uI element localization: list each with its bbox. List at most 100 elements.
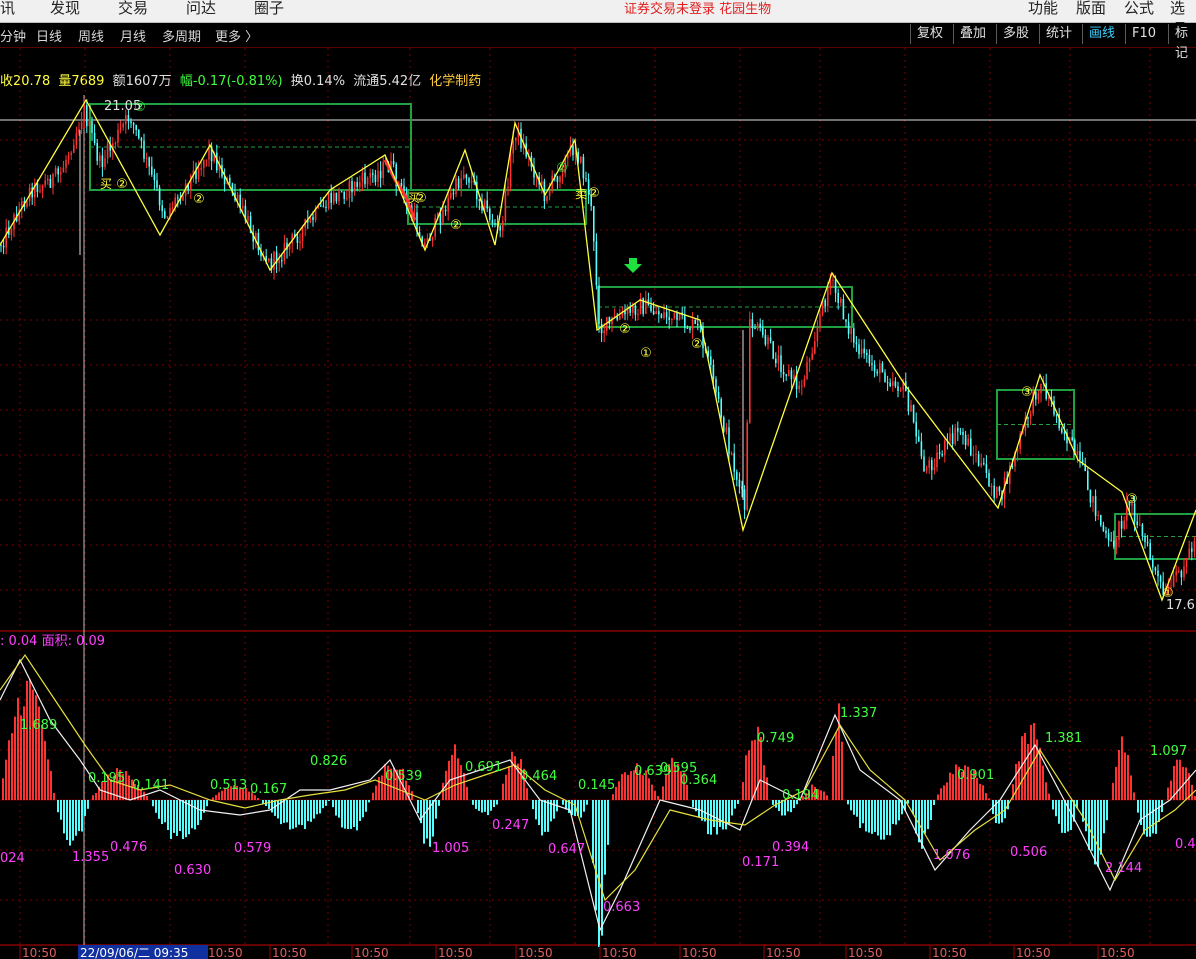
candle-body — [957, 428, 959, 432]
price-candles — [0, 99, 1196, 599]
axis-tick-label: 10:50 — [602, 946, 637, 959]
candle-body — [980, 463, 982, 466]
pivot-mark: ③ — [1021, 385, 1033, 400]
axis-tick-label: 10:50 — [22, 946, 57, 959]
candle-body — [1115, 539, 1118, 547]
candle-body — [1071, 437, 1073, 441]
candle-body — [1188, 548, 1190, 558]
candle-body — [1102, 525, 1105, 531]
candle-body — [130, 121, 132, 124]
candle-body — [1178, 571, 1180, 573]
candle-body — [57, 168, 59, 175]
candle-body — [923, 456, 925, 472]
cursor-time-label: 22/09/06/二 09:35 — [80, 946, 188, 959]
candle-body — [834, 279, 837, 293]
candle-body — [1063, 432, 1066, 434]
candle-body — [330, 192, 332, 203]
indicator-label-negative: 0.647 — [548, 842, 585, 857]
candle-body — [723, 417, 725, 432]
candle-body — [988, 472, 990, 487]
candle-body — [652, 311, 655, 315]
candle-body — [637, 314, 639, 316]
candle-body — [975, 454, 977, 456]
indicator-label-negative: 0.4 — [1175, 837, 1196, 852]
candle-body — [468, 178, 470, 183]
candle-body — [819, 314, 821, 327]
pivot-mark: ② — [556, 161, 568, 176]
candle-body — [593, 206, 595, 242]
candle-body — [582, 156, 585, 179]
indicator-label-positive: 1.689 — [20, 718, 57, 733]
candle-body — [743, 489, 746, 510]
indicator-label-negative: 1.355 — [72, 850, 109, 865]
pivot-mark: ② — [193, 192, 205, 207]
candle-body — [842, 298, 845, 320]
indicator-label-positive: 0.167 — [250, 782, 287, 797]
candle-body — [156, 180, 158, 188]
candle-body — [140, 138, 143, 141]
pivot-marks: ②② ②②②②②②①③③①②买买卖 — [100, 100, 1174, 601]
candle-body — [697, 323, 699, 326]
candle-body — [470, 180, 473, 183]
candle-body — [572, 145, 574, 156]
candle-body — [158, 187, 161, 206]
candle-body — [1149, 543, 1151, 560]
candle-body — [884, 372, 886, 383]
candle-body — [881, 363, 884, 373]
candle-body — [236, 194, 239, 201]
candle-body — [712, 365, 715, 380]
candle-body — [863, 348, 865, 354]
candle-body — [348, 180, 351, 199]
candle-body — [866, 353, 868, 355]
candle-body — [780, 355, 782, 372]
candle-body — [299, 241, 301, 243]
candle-body — [161, 205, 163, 212]
candle-body — [650, 305, 652, 312]
candle-body — [970, 438, 972, 456]
candle-body — [847, 321, 850, 334]
candle-body — [993, 485, 995, 498]
candle-body — [829, 280, 832, 289]
indicator-label-negative: 0.579 — [234, 841, 271, 856]
candle-body — [931, 460, 933, 471]
candle-body — [860, 348, 863, 355]
axis-tick-label: 10:50 — [438, 946, 473, 959]
candle-body — [855, 342, 858, 345]
candle-body — [972, 454, 975, 456]
candle-body — [879, 363, 881, 374]
candle-body — [782, 371, 785, 375]
candle-body — [114, 142, 117, 144]
candle-body — [2, 245, 5, 248]
candle-body — [91, 121, 93, 133]
candle-body — [660, 314, 663, 319]
kline-chart-area[interactable]: ②② ②②②②②②①③③①②买买卖 1.6890.195 0.141 0.513 0.1… — [0, 0, 1196, 959]
candle-body — [73, 144, 75, 153]
candle-body — [951, 433, 954, 445]
candle-body — [101, 155, 104, 167]
candle-body — [1100, 514, 1102, 526]
candle-body — [977, 454, 980, 466]
candle-body — [1092, 496, 1094, 503]
candle-body — [949, 433, 951, 441]
candle-body — [600, 323, 603, 334]
candle-body — [837, 292, 839, 303]
candle-body — [117, 129, 119, 143]
indicator-label-negative: 0.394 — [772, 840, 809, 855]
candle-body — [70, 152, 72, 155]
candle-body — [756, 323, 759, 330]
candle-body — [104, 158, 106, 167]
candle-body — [816, 326, 819, 342]
candle-body — [634, 305, 637, 315]
indicator-label-negative: 1.005 — [432, 841, 469, 856]
candle-body — [894, 381, 897, 387]
candle-body — [959, 431, 962, 433]
axis-tick-label: 10:50 — [682, 946, 717, 959]
candle-body — [725, 427, 728, 432]
candle-body — [431, 236, 434, 241]
candle-body — [320, 205, 322, 207]
candle-body — [96, 143, 98, 161]
candle-body — [788, 370, 790, 376]
candle-body — [351, 180, 353, 193]
candle-body — [632, 305, 634, 313]
candle-body — [247, 215, 249, 221]
